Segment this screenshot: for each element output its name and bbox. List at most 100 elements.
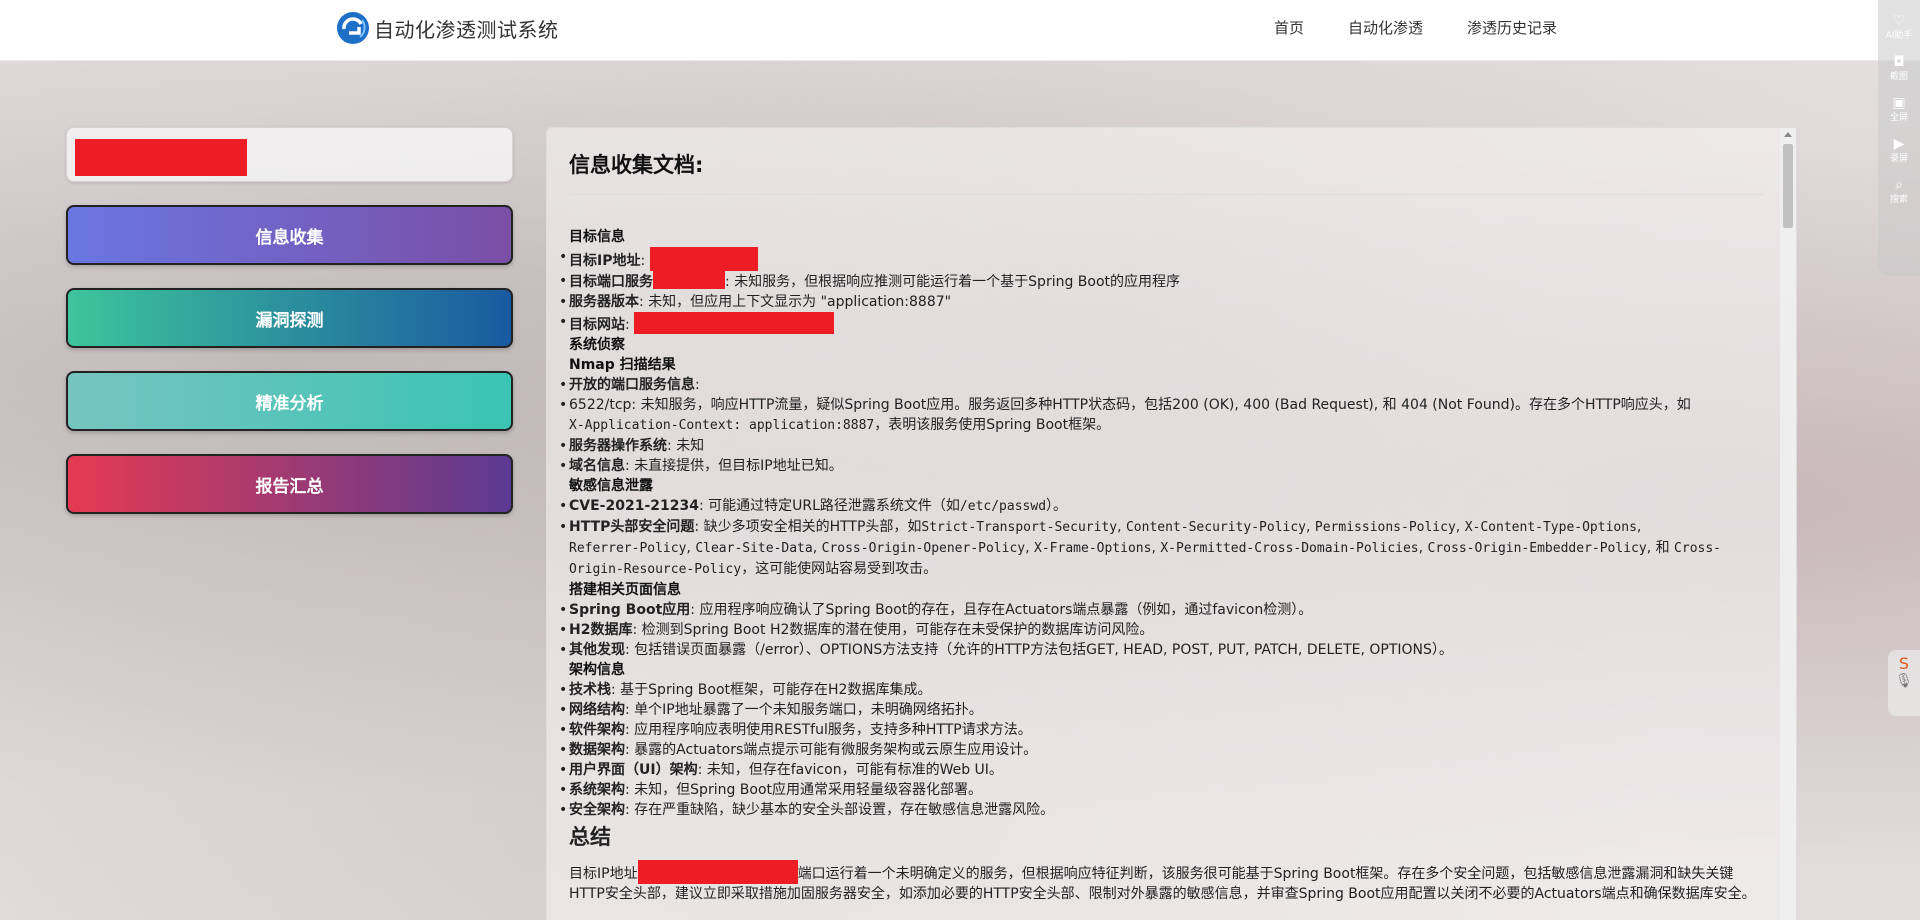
item-code: /etc/passwd bbox=[959, 499, 1047, 514]
item-text: ，这可能使网站容易受到攻击。 bbox=[741, 561, 938, 577]
list-item: 软件架构: 应用程序响应表明使用RESTful服务，支持多种HTTP请求方法。 bbox=[559, 720, 1769, 740]
record-icon: ▶ bbox=[1893, 136, 1905, 152]
section-pages: 搭建相关页面信息 bbox=[569, 582, 681, 598]
precise-analysis-button[interactable]: 精准分析 bbox=[66, 371, 513, 431]
list-item: H2数据库: 检测到Spring Boot H2数据库的潜在使用，可能存在未受保… bbox=[559, 620, 1769, 640]
summary-text: 目标IP地址 bbox=[569, 866, 638, 882]
summary-paragraph: 目标IP地址 端口运行着一个未明确定义的服务，但根据响应特征判断，该服务很可能基于… bbox=[569, 860, 1769, 904]
browser-side-toolbar: ♡ AI助手 ◘ 截图 ▣ 全屏 ▶ 录屏 ⌕ 搜索 bbox=[1878, 0, 1920, 276]
toolbar-ai[interactable]: ♡ AI助手 bbox=[1878, 14, 1920, 41]
item-code: Permissions-Policy bbox=[1314, 520, 1456, 535]
ai-icon: ♡ bbox=[1892, 13, 1906, 29]
target-id-box bbox=[66, 127, 513, 182]
list-item: HTTP头部安全问题: 缺少多项安全相关的HTTP头部，如Strict-Tran… bbox=[559, 517, 1769, 580]
list-item: 服务器操作系统: 未知 bbox=[559, 436, 1769, 456]
item-label: 服务器操作系统 bbox=[569, 438, 667, 454]
item-text: ）。 bbox=[1046, 498, 1068, 514]
target-info-list: 目标IP地址: 目标端口服务: 未知服务，但根据响应推测可能运行着一个基于Spr… bbox=[559, 247, 1769, 335]
document-scrollbar[interactable] bbox=[1780, 128, 1796, 920]
item-label: 域名信息 bbox=[569, 458, 625, 474]
item-label: 开放的端口服务信息 bbox=[569, 377, 695, 393]
toolbar-screenshot[interactable]: ◘ 截图 bbox=[1878, 55, 1920, 82]
item-code: X-Frame-Options bbox=[1034, 541, 1152, 556]
leak-list: CVE-2021-21234: 可能通过特定URL路径泄露系统文件（如/etc/… bbox=[559, 496, 1769, 580]
brand[interactable]: 自动化渗透测试系统 bbox=[336, 11, 559, 45]
item-text: : 未知，但Spring Boot应用通常采用轻量级容器化部署。 bbox=[625, 782, 983, 798]
list-item: CVE-2021-21234: 可能通过特定URL路径泄露系统文件（如/etc/… bbox=[559, 496, 1769, 517]
section-recon: 系统侦察 bbox=[569, 337, 625, 353]
item-label: H2数据库 bbox=[569, 622, 633, 638]
item-code: Referrer-Policy bbox=[569, 541, 687, 556]
architecture-list: 技术栈: 基于Spring Boot框架，可能存在H2数据库集成。 网络结构: … bbox=[559, 680, 1769, 820]
item-text: : 存在严重缺陷，缺少基本的安全头部设置，存在敏感信息泄露风险。 bbox=[625, 802, 1055, 818]
list-item: 用户界面（UI）架构: 未知，但存在favicon，可能有标准的Web UI。 bbox=[559, 760, 1769, 780]
item-text: : 检测到Spring Boot H2数据库的潜在使用，可能存在未受保护的数据库… bbox=[632, 622, 1154, 638]
input-method-widget[interactable]: S 🎙 bbox=[1888, 650, 1920, 716]
section-target-info: 目标信息 bbox=[569, 229, 625, 245]
list-item: 数据架构: 暴露的Actuators端点提示可能有微服务架构或云原生应用设计。 bbox=[559, 740, 1769, 760]
item-text: : 未知 bbox=[667, 438, 705, 454]
item-label: 服务器版本 bbox=[569, 294, 639, 310]
redacted-port bbox=[653, 271, 725, 289]
search-icon: ⌕ bbox=[1895, 177, 1903, 193]
item-text: : 包括错误页面暴露（/error）、OPTIONS方法支持（允许的HTTP方法… bbox=[625, 642, 1453, 658]
nmap-list-2: 服务器操作系统: 未知 域名信息: 未直接提供，但目标IP地址已知。 bbox=[559, 436, 1769, 476]
list-item: 网络结构: 单个IP地址暴露了一个未知服务端口，未明确网络拓扑。 bbox=[559, 700, 1769, 720]
summary-title: 总结 bbox=[569, 825, 611, 849]
item-text: : 单个IP地址暴露了一个未知服务端口，未明确网络拓扑。 bbox=[625, 702, 983, 718]
redacted-website bbox=[634, 312, 835, 334]
toolbar-record[interactable]: ▶ 录屏 bbox=[1878, 137, 1920, 164]
list-item: 技术栈: 基于Spring Boot框架，可能存在H2数据库集成。 bbox=[559, 680, 1769, 700]
document-content: 信息收集文档: 目标信息 目标IP地址: 目标端口服务: 未知服务，但根据响应推… bbox=[559, 150, 1769, 904]
item-text: : 基于Spring Boot框架，可能存在H2数据库集成。 bbox=[611, 682, 932, 698]
item-text: : 未知，但存在favicon，可能有标准的Web UI。 bbox=[697, 762, 1003, 778]
item-label: CVE-2021-21234 bbox=[569, 498, 699, 514]
item-text: 和 bbox=[1655, 540, 1670, 556]
section-architecture: 架构信息 bbox=[569, 662, 625, 678]
item-label: HTTP头部安全问题 bbox=[569, 519, 695, 535]
item-label: Spring Boot应用 bbox=[569, 602, 691, 618]
list-item: 目标网站: bbox=[559, 312, 1769, 335]
list-item: 开放的端口服务信息: bbox=[559, 375, 1769, 395]
section-leak: 敏感信息泄露 bbox=[569, 478, 653, 494]
list-item: 目标IP地址: bbox=[559, 247, 1769, 271]
logo-icon bbox=[337, 12, 369, 44]
ime-logo-icon: S bbox=[1898, 654, 1910, 673]
item-code: Cross-Origin-Opener-Policy bbox=[821, 541, 1026, 556]
nav-home[interactable]: 首页 bbox=[1274, 17, 1304, 38]
list-item: Spring Boot应用: 应用程序响应确认了Spring Boot的存在，且… bbox=[559, 600, 1769, 620]
section-nmap: Nmap 扫描结果 bbox=[569, 357, 676, 373]
item-text: : 可能通过特定URL路径泄露系统文件（如 bbox=[698, 498, 960, 514]
item-label: 安全架构 bbox=[569, 802, 625, 818]
item-code: X-Application-Context: application:8887 bbox=[569, 418, 875, 433]
toolbar-fullscreen-label: 全屏 bbox=[1889, 113, 1908, 123]
scroll-up-icon[interactable] bbox=[1784, 132, 1792, 137]
item-code: Cross-Origin-Embedder-Policy bbox=[1427, 541, 1647, 556]
item-text: : 未知，但应用上下文显示为 "application:8887" bbox=[639, 294, 952, 310]
item-label: 数据架构 bbox=[569, 742, 625, 758]
item-label: 目标端口服务 bbox=[569, 274, 653, 290]
nav-history[interactable]: 渗透历史记录 bbox=[1467, 17, 1557, 38]
document-title: 信息收集文档: bbox=[569, 153, 704, 177]
list-item: 目标端口服务: 未知服务，但根据响应推测可能运行着一个基于Spring Boot… bbox=[559, 271, 1769, 292]
item-text: : 应用程序响应确认了Spring Boot的存在，且存在Actuators端点… bbox=[690, 602, 1313, 618]
toolbar-search[interactable]: ⌕ 搜索 bbox=[1878, 178, 1920, 205]
redacted-ip bbox=[649, 247, 758, 271]
item-label: 软件架构 bbox=[569, 722, 625, 738]
nav-auto-pentest[interactable]: 自动化渗透 bbox=[1348, 17, 1423, 38]
vuln-detect-button[interactable]: 漏洞探测 bbox=[66, 288, 513, 348]
item-label: 技术栈 bbox=[569, 682, 611, 698]
info-collect-button[interactable]: 信息收集 bbox=[66, 205, 513, 265]
pages-list: Spring Boot应用: 应用程序响应确认了Spring Boot的存在，且… bbox=[559, 600, 1769, 660]
toolbar-fullscreen[interactable]: ▣ 全屏 bbox=[1878, 96, 1920, 123]
report-summary-button[interactable]: 报告汇总 bbox=[66, 454, 513, 514]
item-text: 6522/tcp: 未知服务，响应HTTP流量，疑似Spring Boot应用。… bbox=[569, 397, 1691, 413]
item-code: Clear-Site-Data bbox=[695, 541, 813, 556]
list-item: 其他发现: 包括错误页面暴露（/error）、OPTIONS方法支持（允许的HT… bbox=[559, 640, 1769, 660]
top-navbar: 自动化渗透测试系统 首页 自动化渗透 渗透历史记录 bbox=[0, 0, 1920, 61]
list-item: 安全架构: 存在严重缺陷，缺少基本的安全头部设置，存在敏感信息泄露风险。 bbox=[559, 800, 1769, 820]
scroll-thumb[interactable] bbox=[1783, 144, 1793, 228]
item-text: : 缺少多项安全相关的HTTP头部，如 bbox=[694, 519, 922, 535]
item-label: 其他发现 bbox=[569, 642, 625, 658]
item-code: X-Content-Type-Options bbox=[1464, 520, 1637, 535]
